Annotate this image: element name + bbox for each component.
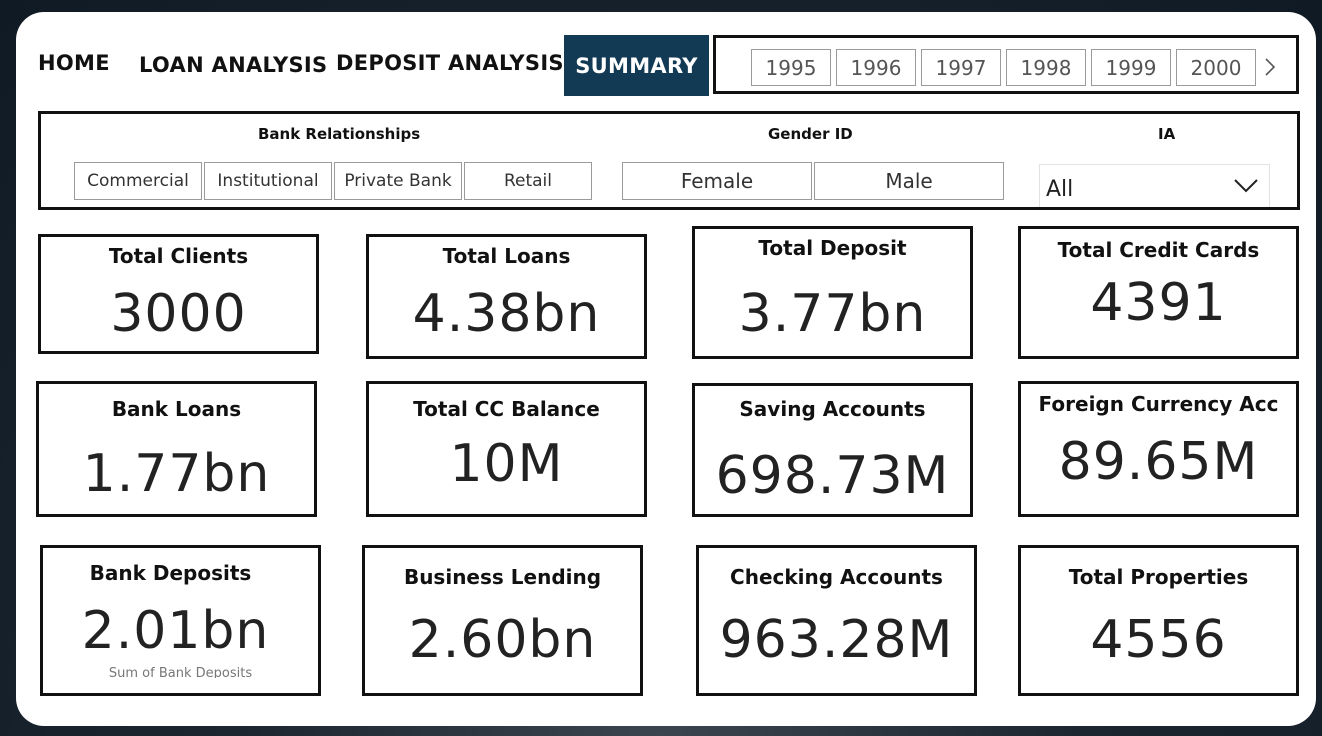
kpi-value: 4556 (1090, 610, 1227, 670)
kpi-card-saving-accounts: Saving Accounts 698.73M (692, 383, 973, 517)
kpi-subtitle: Sum of Bank Deposits (108, 666, 253, 678)
chip-institutional[interactable]: Institutional (204, 162, 332, 200)
year-button[interactable]: 1996 (836, 49, 916, 86)
chip-male[interactable]: Male (814, 162, 1004, 200)
year-button[interactable]: 1998 (1006, 49, 1086, 86)
kpi-title: Total Properties (1068, 565, 1249, 589)
kpi-title: Bank Loans (111, 397, 242, 421)
kpi-value: 963.28M (719, 610, 954, 670)
kpi-value: 4.38bn (412, 284, 601, 344)
kpi-card-business-lending: Business Lending 2.60bn (362, 545, 643, 696)
kpi-title: Total Clients (108, 244, 249, 268)
kpi-card-total-credit-cards: Total Credit Cards 4391 (1018, 226, 1299, 359)
ia-dropdown[interactable]: All (1039, 164, 1270, 207)
year-button[interactable]: 1995 (751, 49, 831, 86)
kpi-card-checking-accounts: Checking Accounts 963.28M (696, 545, 977, 696)
chip-private-bank[interactable]: Private Bank (334, 162, 462, 200)
kpi-card-total-deposit: Total Deposit 3.77bn (692, 226, 973, 359)
gender-title: Gender ID (768, 125, 853, 143)
bank-relationships-title: Bank Relationships (258, 125, 421, 143)
kpi-title: Business Lending (403, 565, 602, 589)
nav-summary[interactable]: SUMMARY (564, 35, 709, 96)
kpi-title: Saving Accounts (739, 397, 926, 421)
kpi-value: 2.60bn (408, 610, 597, 670)
kpi-card-total-cc-balance: Total CC Balance 10M (366, 381, 647, 517)
kpi-card-total-properties: Total Properties 4556 (1018, 545, 1299, 696)
kpi-value: 10M (449, 434, 564, 494)
chevron-right-icon[interactable] (1263, 57, 1277, 77)
nav-loan-analysis[interactable]: LOAN ANALYSIS (139, 53, 327, 77)
kpi-value: 698.73M (715, 446, 950, 506)
kpi-card-total-clients: Total Clients 3000 (38, 234, 319, 354)
kpi-card-bank-loans: Bank Loans 1.77bn (36, 381, 317, 517)
nav-deposit-analysis[interactable]: DEPOSIT ANALYSIS (336, 51, 564, 75)
ia-title: IA (1158, 125, 1176, 143)
kpi-value: 3.77bn (738, 284, 927, 344)
kpi-title: Total Deposit (758, 236, 907, 260)
ia-selected-value: All (1046, 177, 1074, 202)
kpi-title: Bank Deposits (89, 561, 252, 585)
kpi-card-bank-deposits: Bank Deposits 2.01bn Sum of Bank Deposit… (40, 545, 321, 696)
year-button[interactable]: 1997 (921, 49, 1001, 86)
chip-commercial[interactable]: Commercial (74, 162, 202, 200)
kpi-title: Foreign Currency Acc (1038, 392, 1279, 416)
kpi-title: Checking Accounts (730, 565, 943, 589)
kpi-title: Total CC Balance (413, 397, 600, 421)
chip-retail[interactable]: Retail (464, 162, 592, 200)
chip-female[interactable]: Female (622, 162, 812, 200)
kpi-card-total-loans: Total Loans 4.38bn (366, 234, 647, 359)
kpi-value: 3000 (110, 284, 247, 344)
kpi-value: 4391 (1090, 273, 1227, 333)
kpi-value: 2.01bn (81, 601, 270, 661)
nav-home[interactable]: HOME (38, 51, 110, 75)
kpi-title: Total Credit Cards (1057, 238, 1260, 262)
year-button[interactable]: 2000 (1176, 49, 1256, 86)
kpi-value: 1.77bn (82, 444, 271, 504)
kpi-title: Total Loans (442, 244, 571, 268)
year-button[interactable]: 1999 (1091, 49, 1171, 86)
kpi-card-foreign-currency-acc: Foreign Currency Acc 89.65M (1018, 381, 1299, 517)
chevron-down-icon (1234, 179, 1258, 193)
kpi-value: 89.65M (1058, 432, 1259, 492)
